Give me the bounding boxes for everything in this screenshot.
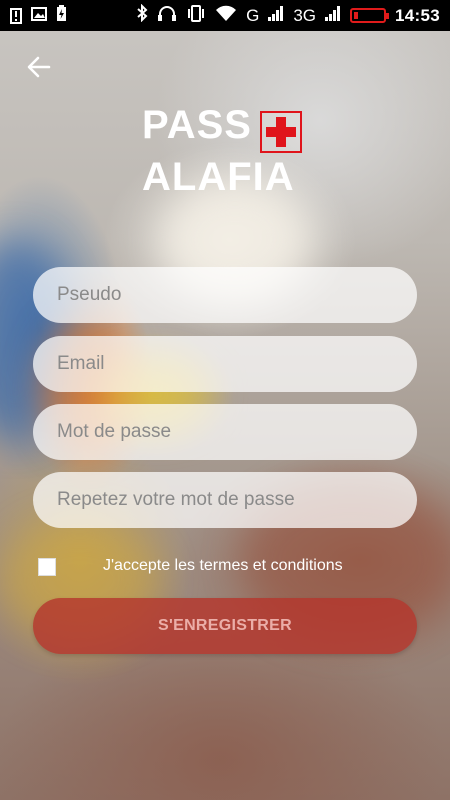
pseudo-input[interactable] <box>55 283 395 307</box>
pseudo-field-container <box>33 267 417 323</box>
logo-line-1: PASS <box>142 103 252 147</box>
arrow-left-icon <box>27 56 51 78</box>
network-label: G <box>246 5 260 25</box>
headphones-icon <box>157 5 177 27</box>
email-field-container <box>33 336 417 392</box>
vibrate-icon <box>186 4 206 27</box>
terms-row: J'accepte les termes et conditions <box>38 556 343 578</box>
repeat-password-input[interactable] <box>55 488 395 512</box>
clock: 14:53 <box>395 5 440 25</box>
alert-icon <box>10 7 22 24</box>
repeat-password-field-container <box>33 472 417 528</box>
logo-line-2: ALAFIA <box>142 155 295 199</box>
password-input[interactable] <box>55 420 395 444</box>
bluetooth-icon <box>136 3 148 27</box>
battery-icon <box>350 8 390 23</box>
back-button[interactable] <box>24 52 54 82</box>
wifi-icon <box>215 5 237 26</box>
password-field-container <box>33 404 417 460</box>
email-input[interactable] <box>55 352 395 376</box>
terms-label: J'accepte les termes et conditions <box>103 557 343 574</box>
register-button[interactable]: S'ENREGISTRER <box>33 598 417 654</box>
signal-icon <box>268 5 284 26</box>
battery-charging-icon <box>56 4 67 27</box>
terms-checkbox[interactable] <box>38 558 56 576</box>
signal2-icon <box>325 5 341 26</box>
status-bar: G 3G 14:53 <box>0 0 450 31</box>
image-icon <box>31 6 47 26</box>
app-logo: PASS ALAFIA <box>142 103 322 203</box>
network2-label: 3G <box>293 5 317 25</box>
red-cross-icon <box>260 111 302 153</box>
